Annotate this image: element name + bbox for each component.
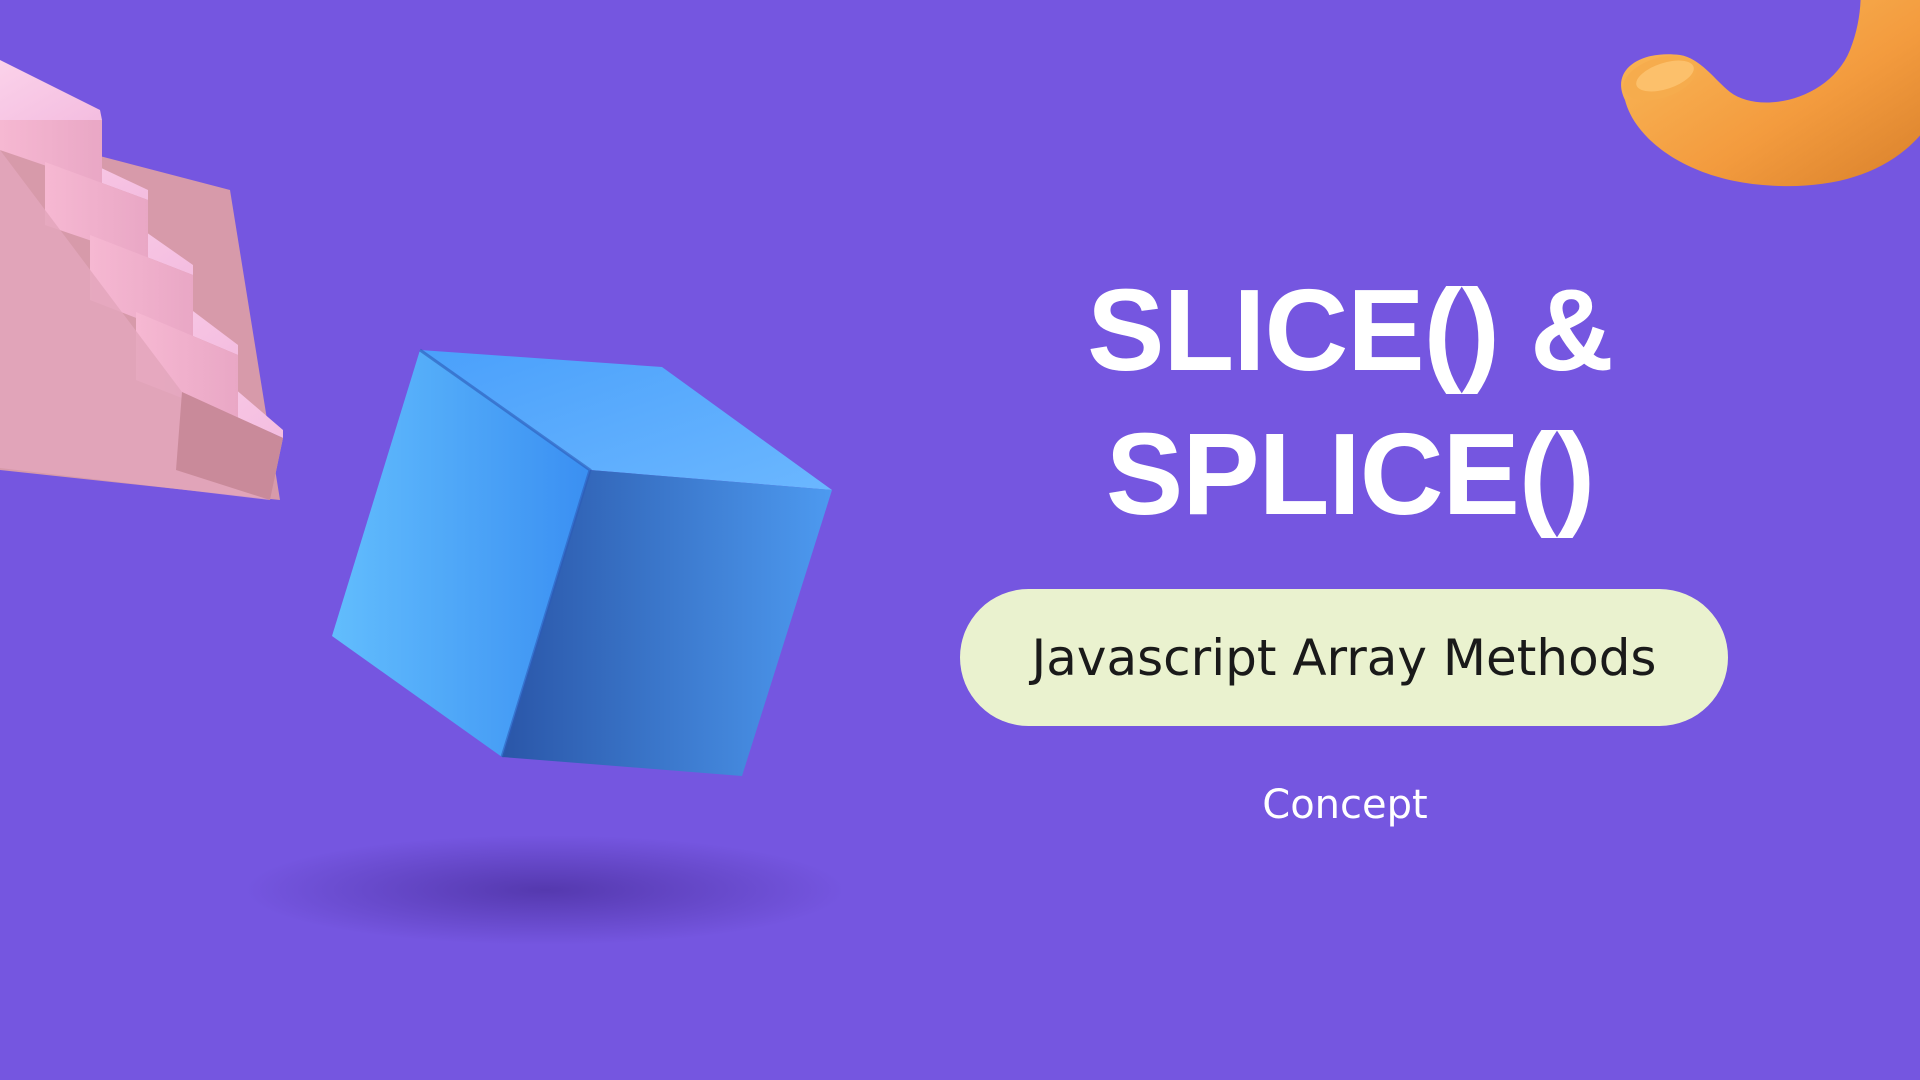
orange-torus-icon: [1621, 0, 1920, 187]
slide-title: SLICE() & SPLICE(): [1000, 258, 1700, 546]
pink-stairs-icon: [0, 60, 283, 500]
blue-cube-icon: [332, 348, 832, 776]
title-line-1: SLICE() &: [1087, 265, 1614, 395]
title-slide: SLICE() & SPLICE() Javascript Array Meth…: [0, 0, 1920, 1080]
title-line-2: SPLICE(): [1105, 409, 1595, 539]
subtitle-pill: Javascript Array Methods: [960, 589, 1728, 726]
concept-label: Concept: [1262, 782, 1428, 828]
pill-label: Javascript Array Methods: [1031, 628, 1657, 687]
cube-shadow: [245, 835, 845, 945]
